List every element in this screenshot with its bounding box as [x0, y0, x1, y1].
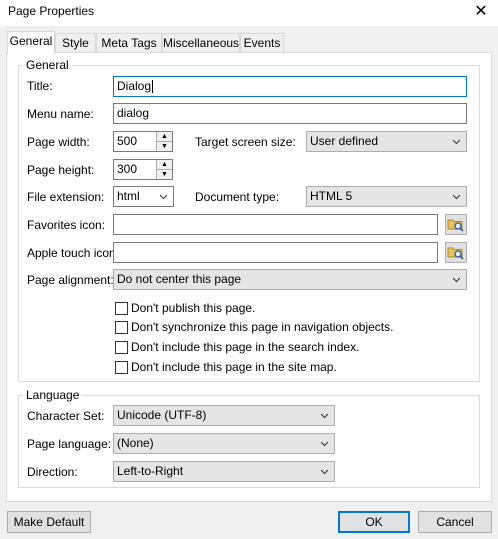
dont-sync-navigation-label[interactable]: Don't synchronize this page in navigatio… — [131, 320, 393, 334]
title-label: Title: — [27, 79, 53, 93]
apple-touch-icon-label: Apple touch icon: — [27, 246, 120, 260]
general-group-legend: General — [23, 58, 72, 72]
menu-name-label: Menu name: — [27, 107, 94, 121]
document-type-label: Document type: — [195, 190, 280, 204]
tab-events[interactable]: Events — [240, 33, 284, 52]
page-height-value: 300 — [117, 162, 138, 176]
dont-publish-checkbox[interactable] — [115, 302, 128, 315]
cancel-button[interactable]: Cancel — [418, 511, 492, 533]
tab-miscellaneous[interactable]: Miscellaneous — [162, 33, 240, 52]
document-type-select[interactable]: HTML 5 — [306, 186, 467, 207]
chevron-down-icon — [453, 139, 460, 145]
dont-include-site-map-checkbox[interactable] — [115, 361, 128, 374]
tab-general[interactable]: General — [7, 31, 55, 54]
dont-sync-navigation-checkbox[interactable] — [115, 321, 128, 334]
chevron-down-icon — [453, 277, 460, 283]
file-extension-select[interactable]: html — [113, 186, 174, 207]
make-default-button[interactable]: Make Default — [7, 511, 91, 533]
favorites-icon-input[interactable] — [113, 214, 438, 235]
folder-search-icon — [447, 247, 464, 260]
chevron-down-icon — [321, 441, 328, 447]
page-alignment-select[interactable]: Do not center this page — [113, 269, 467, 290]
page-language-select[interactable]: (None) — [113, 433, 335, 454]
favorites-icon-browse-button[interactable] — [445, 214, 467, 235]
menu-name-input[interactable]: dialog — [113, 103, 467, 124]
dont-include-search-index-checkbox[interactable] — [115, 341, 128, 354]
page-height-label: Page height: — [27, 163, 95, 177]
text-caret — [152, 80, 154, 94]
tab-meta-tags[interactable]: Meta Tags — [96, 33, 162, 52]
direction-label: Direction: — [27, 465, 78, 479]
favorites-icon-label: Favorites icon: — [27, 218, 106, 232]
page-width-label: Page width: — [27, 135, 90, 149]
title-input[interactable]: Dialog — [113, 76, 467, 97]
target-screen-select[interactable]: User defined — [306, 131, 467, 152]
window-title: Page Properties — [8, 4, 95, 18]
ok-button[interactable]: OK — [338, 511, 410, 533]
target-screen-label: Target screen size: — [195, 135, 296, 149]
character-set-select[interactable]: Unicode (UTF-8) — [113, 405, 335, 426]
chevron-down-icon — [160, 194, 167, 200]
page-alignment-label: Page alignment: — [27, 273, 114, 287]
page-width-value: 500 — [117, 134, 138, 148]
tab-style[interactable]: Style — [55, 33, 96, 52]
folder-search-icon — [447, 219, 464, 232]
chevron-down-icon — [453, 194, 460, 200]
close-icon[interactable]: ✕ — [470, 2, 492, 22]
dont-include-search-index-label[interactable]: Don't include this page in the search in… — [131, 340, 359, 354]
chevron-down-icon — [321, 413, 328, 419]
page-height-spinner[interactable]: 300 ▲ ▼ — [113, 159, 173, 180]
page-language-label: Page language: — [27, 437, 112, 451]
spin-down-icon[interactable]: ▼ — [157, 170, 172, 179]
spin-up-icon[interactable]: ▲ — [157, 132, 172, 142]
direction-select[interactable]: Left-to-Right — [113, 461, 335, 482]
title-bar: Page Properties ✕ — [0, 0, 498, 26]
chevron-down-icon — [321, 469, 328, 475]
apple-touch-icon-browse-button[interactable] — [445, 242, 467, 263]
dont-include-site-map-label[interactable]: Don't include this page in the site map. — [131, 360, 337, 374]
spin-down-icon[interactable]: ▼ — [157, 142, 172, 151]
apple-touch-icon-input[interactable] — [113, 242, 438, 263]
dont-publish-label[interactable]: Don't publish this page. — [131, 301, 255, 315]
file-extension-label: File extension: — [27, 190, 105, 204]
character-set-label: Character Set: — [27, 409, 105, 423]
spin-up-icon[interactable]: ▲ — [157, 160, 172, 170]
page-width-spinner[interactable]: 500 ▲ ▼ — [113, 131, 173, 152]
language-group-legend: Language — [23, 388, 83, 402]
